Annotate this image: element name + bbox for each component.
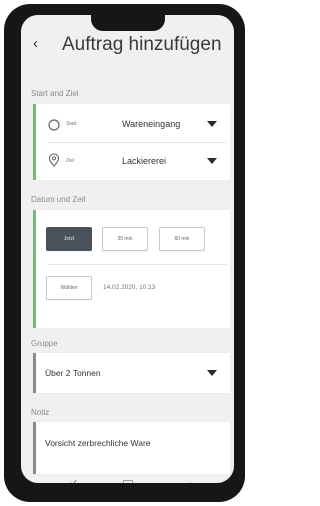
recent-apps-icon[interactable] xyxy=(66,477,78,483)
notiz-value: Vorsicht zerbrechliche Ware xyxy=(45,438,151,448)
datum-zeit-card: Jetzt 30 min 60 min Wählen 14.02.2020, 1… xyxy=(33,210,230,328)
ziel-value: Lackiererei xyxy=(122,156,167,166)
page-title: Auftrag hinzufügen xyxy=(62,34,222,55)
gruppe-select[interactable]: Über 2 Tonnen xyxy=(33,353,230,393)
location-pin-icon xyxy=(48,153,60,172)
section-label-start-ziel: Start and Ziel xyxy=(31,89,79,98)
section-label-datum-zeit: Datum und Zeit xyxy=(31,195,86,204)
datetime-value: 14.02.2020, 10:13 xyxy=(103,284,156,291)
home-square-icon[interactable] xyxy=(123,480,133,483)
notiz-field[interactable]: Vorsicht zerbrechliche Ware xyxy=(33,422,230,474)
phone-frame: ‹ Auftrag hinzufügen Start and Ziel Star… xyxy=(4,4,245,502)
start-label: Start xyxy=(66,121,77,127)
chevron-down-icon xyxy=(207,158,217,164)
chevron-down-icon xyxy=(207,121,217,127)
accent-bar-green xyxy=(33,210,36,328)
section-label-gruppe: Gruppe xyxy=(31,339,58,348)
ziel-select[interactable]: Ziel Lackiererei xyxy=(33,143,230,179)
camera-notch xyxy=(91,15,165,31)
start-value: Wareneingang xyxy=(122,119,181,129)
system-nav-bar: ← xyxy=(21,474,234,483)
divider xyxy=(47,264,227,265)
accent-bar-gray xyxy=(33,422,36,474)
start-ziel-card: Start Wareneingang Ziel Lackiererei xyxy=(33,104,230,180)
app-screen: ‹ Auftrag hinzufügen Start and Ziel Star… xyxy=(21,15,234,483)
back-arrow-icon[interactable]: ‹ xyxy=(33,35,38,52)
gruppe-value: Über 2 Tonnen xyxy=(45,368,101,378)
back-nav-icon[interactable]: ← xyxy=(187,476,198,483)
option-30-min-button[interactable]: 30 min xyxy=(102,227,148,251)
circle-icon xyxy=(48,118,60,136)
option-jetzt-button[interactable]: Jetzt xyxy=(46,227,92,251)
option-60-min-button[interactable]: 60 min xyxy=(159,227,205,251)
accent-bar-gray xyxy=(33,353,36,393)
ziel-label: Ziel xyxy=(66,158,75,164)
waehlen-button[interactable]: Wählen xyxy=(46,276,92,300)
start-select[interactable]: Start Wareneingang xyxy=(33,106,230,142)
chevron-down-icon xyxy=(207,370,217,376)
section-label-notiz: Notiz xyxy=(31,408,50,417)
